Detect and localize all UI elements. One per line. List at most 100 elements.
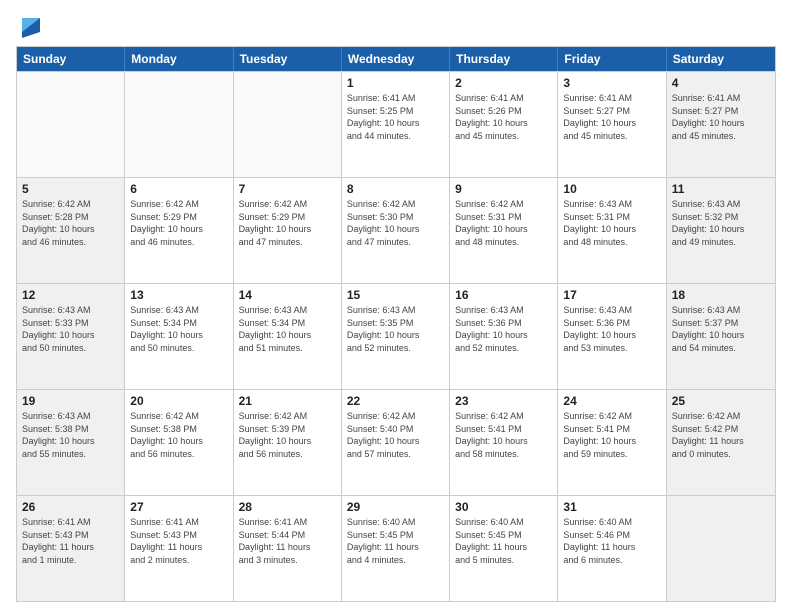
calendar-header: SundayMondayTuesdayWednesdayThursdayFrid… (17, 47, 775, 71)
day-number: 21 (239, 393, 336, 409)
header (16, 10, 776, 42)
day-info: Sunrise: 6:42 AM Sunset: 5:41 PM Dayligh… (455, 410, 552, 460)
day-info: Sunrise: 6:43 AM Sunset: 5:38 PM Dayligh… (22, 410, 119, 460)
day-info: Sunrise: 6:43 AM Sunset: 5:37 PM Dayligh… (672, 304, 770, 354)
day-info: Sunrise: 6:42 AM Sunset: 5:40 PM Dayligh… (347, 410, 444, 460)
cal-cell: 14Sunrise: 6:43 AM Sunset: 5:34 PM Dayli… (234, 284, 342, 389)
day-info: Sunrise: 6:40 AM Sunset: 5:45 PM Dayligh… (455, 516, 552, 566)
day-number: 24 (563, 393, 660, 409)
day-number: 4 (672, 75, 770, 91)
cal-cell: 8Sunrise: 6:42 AM Sunset: 5:30 PM Daylig… (342, 178, 450, 283)
cal-cell: 29Sunrise: 6:40 AM Sunset: 5:45 PM Dayli… (342, 496, 450, 601)
cal-cell (17, 72, 125, 177)
header-cell-wednesday: Wednesday (342, 47, 450, 71)
cal-cell: 1Sunrise: 6:41 AM Sunset: 5:25 PM Daylig… (342, 72, 450, 177)
day-info: Sunrise: 6:42 AM Sunset: 5:28 PM Dayligh… (22, 198, 119, 248)
cal-cell: 13Sunrise: 6:43 AM Sunset: 5:34 PM Dayli… (125, 284, 233, 389)
header-cell-sunday: Sunday (17, 47, 125, 71)
day-number: 3 (563, 75, 660, 91)
day-info: Sunrise: 6:42 AM Sunset: 5:29 PM Dayligh… (239, 198, 336, 248)
day-info: Sunrise: 6:40 AM Sunset: 5:45 PM Dayligh… (347, 516, 444, 566)
cal-cell: 5Sunrise: 6:42 AM Sunset: 5:28 PM Daylig… (17, 178, 125, 283)
cal-cell (667, 496, 775, 601)
cal-cell: 30Sunrise: 6:40 AM Sunset: 5:45 PM Dayli… (450, 496, 558, 601)
cal-cell: 22Sunrise: 6:42 AM Sunset: 5:40 PM Dayli… (342, 390, 450, 495)
day-number: 2 (455, 75, 552, 91)
calendar: SundayMondayTuesdayWednesdayThursdayFrid… (16, 46, 776, 602)
day-number: 1 (347, 75, 444, 91)
cal-cell: 19Sunrise: 6:43 AM Sunset: 5:38 PM Dayli… (17, 390, 125, 495)
day-number: 31 (563, 499, 660, 515)
day-info: Sunrise: 6:41 AM Sunset: 5:43 PM Dayligh… (22, 516, 119, 566)
header-cell-friday: Friday (558, 47, 666, 71)
header-cell-tuesday: Tuesday (234, 47, 342, 71)
day-info: Sunrise: 6:43 AM Sunset: 5:36 PM Dayligh… (563, 304, 660, 354)
cal-cell: 11Sunrise: 6:43 AM Sunset: 5:32 PM Dayli… (667, 178, 775, 283)
day-info: Sunrise: 6:42 AM Sunset: 5:41 PM Dayligh… (563, 410, 660, 460)
day-number: 27 (130, 499, 227, 515)
day-number: 5 (22, 181, 119, 197)
cal-cell: 18Sunrise: 6:43 AM Sunset: 5:37 PM Dayli… (667, 284, 775, 389)
header-cell-thursday: Thursday (450, 47, 558, 71)
day-number: 19 (22, 393, 119, 409)
cal-cell: 20Sunrise: 6:42 AM Sunset: 5:38 PM Dayli… (125, 390, 233, 495)
day-info: Sunrise: 6:42 AM Sunset: 5:30 PM Dayligh… (347, 198, 444, 248)
header-cell-saturday: Saturday (667, 47, 775, 71)
cal-cell: 15Sunrise: 6:43 AM Sunset: 5:35 PM Dayli… (342, 284, 450, 389)
calendar-body: 1Sunrise: 6:41 AM Sunset: 5:25 PM Daylig… (17, 71, 775, 601)
day-number: 16 (455, 287, 552, 303)
day-info: Sunrise: 6:43 AM Sunset: 5:34 PM Dayligh… (239, 304, 336, 354)
day-number: 11 (672, 181, 770, 197)
cal-cell: 31Sunrise: 6:40 AM Sunset: 5:46 PM Dayli… (558, 496, 666, 601)
day-info: Sunrise: 6:43 AM Sunset: 5:33 PM Dayligh… (22, 304, 119, 354)
day-number: 17 (563, 287, 660, 303)
day-info: Sunrise: 6:41 AM Sunset: 5:44 PM Dayligh… (239, 516, 336, 566)
cal-cell: 12Sunrise: 6:43 AM Sunset: 5:33 PM Dayli… (17, 284, 125, 389)
header-cell-monday: Monday (125, 47, 233, 71)
day-number: 29 (347, 499, 444, 515)
day-number: 26 (22, 499, 119, 515)
week-row-2: 5Sunrise: 6:42 AM Sunset: 5:28 PM Daylig… (17, 177, 775, 283)
day-info: Sunrise: 6:41 AM Sunset: 5:43 PM Dayligh… (130, 516, 227, 566)
cal-cell: 4Sunrise: 6:41 AM Sunset: 5:27 PM Daylig… (667, 72, 775, 177)
day-number: 20 (130, 393, 227, 409)
page: SundayMondayTuesdayWednesdayThursdayFrid… (0, 0, 792, 612)
day-info: Sunrise: 6:43 AM Sunset: 5:32 PM Dayligh… (672, 198, 770, 248)
day-number: 7 (239, 181, 336, 197)
day-info: Sunrise: 6:42 AM Sunset: 5:31 PM Dayligh… (455, 198, 552, 248)
day-number: 28 (239, 499, 336, 515)
cal-cell: 28Sunrise: 6:41 AM Sunset: 5:44 PM Dayli… (234, 496, 342, 601)
day-info: Sunrise: 6:43 AM Sunset: 5:36 PM Dayligh… (455, 304, 552, 354)
day-number: 23 (455, 393, 552, 409)
cal-cell: 23Sunrise: 6:42 AM Sunset: 5:41 PM Dayli… (450, 390, 558, 495)
day-info: Sunrise: 6:41 AM Sunset: 5:27 PM Dayligh… (563, 92, 660, 142)
day-number: 9 (455, 181, 552, 197)
day-number: 14 (239, 287, 336, 303)
day-number: 10 (563, 181, 660, 197)
day-info: Sunrise: 6:43 AM Sunset: 5:34 PM Dayligh… (130, 304, 227, 354)
day-number: 13 (130, 287, 227, 303)
day-info: Sunrise: 6:42 AM Sunset: 5:29 PM Dayligh… (130, 198, 227, 248)
cal-cell: 21Sunrise: 6:42 AM Sunset: 5:39 PM Dayli… (234, 390, 342, 495)
cal-cell: 3Sunrise: 6:41 AM Sunset: 5:27 PM Daylig… (558, 72, 666, 177)
day-number: 8 (347, 181, 444, 197)
week-row-3: 12Sunrise: 6:43 AM Sunset: 5:33 PM Dayli… (17, 283, 775, 389)
cal-cell: 7Sunrise: 6:42 AM Sunset: 5:29 PM Daylig… (234, 178, 342, 283)
week-row-5: 26Sunrise: 6:41 AM Sunset: 5:43 PM Dayli… (17, 495, 775, 601)
logo-icon (18, 14, 46, 42)
cal-cell: 16Sunrise: 6:43 AM Sunset: 5:36 PM Dayli… (450, 284, 558, 389)
day-number: 6 (130, 181, 227, 197)
logo (16, 14, 46, 42)
day-info: Sunrise: 6:41 AM Sunset: 5:26 PM Dayligh… (455, 92, 552, 142)
cal-cell: 27Sunrise: 6:41 AM Sunset: 5:43 PM Dayli… (125, 496, 233, 601)
day-info: Sunrise: 6:43 AM Sunset: 5:35 PM Dayligh… (347, 304, 444, 354)
cal-cell: 24Sunrise: 6:42 AM Sunset: 5:41 PM Dayli… (558, 390, 666, 495)
day-number: 12 (22, 287, 119, 303)
day-info: Sunrise: 6:41 AM Sunset: 5:27 PM Dayligh… (672, 92, 770, 142)
cal-cell (125, 72, 233, 177)
cal-cell: 2Sunrise: 6:41 AM Sunset: 5:26 PM Daylig… (450, 72, 558, 177)
day-info: Sunrise: 6:43 AM Sunset: 5:31 PM Dayligh… (563, 198, 660, 248)
day-info: Sunrise: 6:42 AM Sunset: 5:42 PM Dayligh… (672, 410, 770, 460)
cal-cell: 9Sunrise: 6:42 AM Sunset: 5:31 PM Daylig… (450, 178, 558, 283)
day-info: Sunrise: 6:42 AM Sunset: 5:39 PM Dayligh… (239, 410, 336, 460)
